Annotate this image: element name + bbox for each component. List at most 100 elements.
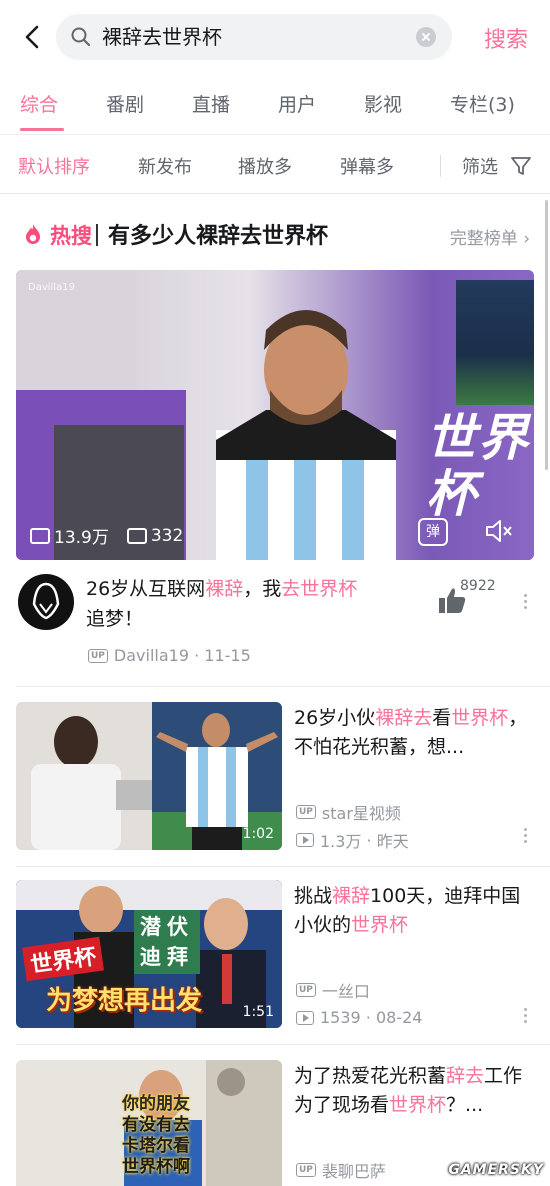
sort-bar: 默认排序 新发布 播放多 弹幕多 筛选 bbox=[0, 134, 550, 194]
video-stats: 1539 · 08-24 bbox=[296, 1008, 422, 1027]
filter-button[interactable]: 筛选 bbox=[462, 153, 498, 179]
video-stats: 1.3万 · 昨天 bbox=[296, 828, 409, 852]
thumbnail-caption: 有没有去 bbox=[122, 1115, 190, 1135]
search-header: 裸辞去世界杯 搜索 bbox=[0, 0, 550, 74]
tab-users[interactable]: 用户 bbox=[278, 90, 316, 117]
up-badge-icon: UP bbox=[296, 805, 316, 819]
thumbnail-overlay-text: 世界杯 bbox=[426, 409, 530, 523]
video-thumbnail: 1:02 bbox=[16, 702, 282, 850]
view-count: 13.9万 bbox=[54, 528, 109, 548]
thumbnail-caption: 世界杯啊 bbox=[122, 1157, 190, 1177]
mute-icon[interactable] bbox=[484, 518, 514, 544]
hot-search-title[interactable]: 有多少人裸辞去世界杯 bbox=[108, 218, 328, 250]
filter-icon[interactable] bbox=[510, 155, 532, 177]
meta-separator: · bbox=[360, 1008, 376, 1027]
video-watermark: Davilla19 bbox=[28, 282, 75, 293]
video-title[interactable]: 26岁从互联网裸辞，我去世界杯 追梦！ bbox=[86, 574, 416, 634]
divider bbox=[16, 866, 550, 867]
video-duration: 1:02 bbox=[242, 826, 274, 842]
search-input[interactable]: 裸辞去世界杯 bbox=[56, 14, 452, 60]
more-options-icon[interactable] bbox=[522, 1006, 528, 1028]
meta-separator: · bbox=[361, 830, 377, 850]
source-watermark: GAMERSKY bbox=[448, 1162, 544, 1178]
divider bbox=[16, 1044, 550, 1045]
video-title: 为了热爱花光积蓄辞去工作为了现场看世界杯？... bbox=[294, 1062, 534, 1120]
thumbnail-caption: 你的朋友 bbox=[122, 1094, 190, 1114]
play-icon bbox=[30, 527, 50, 544]
sort-divider bbox=[440, 155, 441, 177]
publish-date: 昨天 bbox=[376, 832, 409, 851]
full-ranking-label: 完整榜单 bbox=[449, 229, 518, 249]
uploader-meta: UP star星视频 bbox=[296, 800, 401, 824]
result-tabs: 综合 番剧 直播 用户 影视 专栏(3) bbox=[0, 78, 550, 132]
thumbnail-caption: 卡塔尔看 bbox=[122, 1136, 190, 1156]
tab-bangumi[interactable]: 番剧 bbox=[106, 90, 144, 117]
tab-articles[interactable]: 专栏(3) bbox=[450, 90, 515, 117]
hot-separator bbox=[96, 224, 98, 246]
clear-icon[interactable] bbox=[416, 27, 436, 47]
title-segment: 26岁小伙 bbox=[294, 707, 376, 729]
title-segment: 26岁从互联网 bbox=[86, 578, 206, 600]
title-highlight: 世界杯 bbox=[451, 707, 509, 729]
view-count: 1.3万 bbox=[320, 832, 362, 851]
video-list-item[interactable]: 1:02 26岁小伙裸辞去看世界杯，不怕花光积蓄，想... UP star星视频… bbox=[0, 702, 550, 852]
title-highlight: 世界杯 bbox=[389, 1094, 447, 1116]
featured-video-info: 26岁从互联网裸辞，我去世界杯 追梦！ 8922 UP Davilla19 · 1… bbox=[0, 566, 550, 676]
tab-live[interactable]: 直播 bbox=[192, 90, 230, 117]
play-icon bbox=[296, 833, 314, 847]
thumbnail-stadium bbox=[456, 280, 534, 405]
more-options-icon[interactable] bbox=[522, 826, 528, 848]
tab-film[interactable]: 影视 bbox=[364, 90, 402, 117]
title-segment: 看 bbox=[432, 707, 452, 729]
scrollbar[interactable] bbox=[545, 200, 548, 470]
view-count: 1539 bbox=[320, 1008, 361, 1027]
title-segment: 追梦！ bbox=[86, 608, 144, 630]
search-icon bbox=[71, 27, 91, 47]
sort-default[interactable]: 默认排序 bbox=[18, 153, 90, 179]
video-list-item[interactable]: 世界杯 潜伏迪拜 为梦想再出发 1:51 挑战裸辞100天，迪拜中国小伙的世界杯… bbox=[0, 880, 550, 1030]
like-count: 8922 bbox=[460, 578, 496, 594]
uploader-meta: UP Davilla19 · 11-15 bbox=[88, 646, 251, 665]
tab-indicator bbox=[20, 128, 64, 131]
up-badge-icon: UP bbox=[88, 648, 108, 663]
thumbnail-person bbox=[216, 310, 396, 560]
full-ranking-link[interactable]: 完整榜单 › bbox=[450, 224, 530, 249]
title-segment: 为了热爱花光积蓄 bbox=[294, 1065, 447, 1087]
uploader-name[interactable]: star星视频 bbox=[322, 800, 401, 824]
divider bbox=[16, 686, 550, 687]
video-thumbnail: 你的朋友 有没有去 卡塔尔看 世界杯啊 bbox=[16, 1060, 282, 1186]
tab-all[interactable]: 综合 bbox=[20, 90, 58, 117]
meta-separator: · bbox=[189, 646, 205, 665]
danmaku-count: 332 bbox=[150, 525, 184, 546]
flame-icon bbox=[26, 224, 40, 244]
up-badge-icon: UP bbox=[296, 1163, 316, 1177]
featured-video-player[interactable]: Davilla19 世界杯 13.9万 332 弹 bbox=[16, 270, 534, 560]
danmaku-toggle-button[interactable]: 弹 bbox=[418, 518, 448, 546]
video-title: 挑战裸辞100天，迪拜中国小伙的世界杯 bbox=[294, 882, 534, 940]
video-duration: 1:51 bbox=[242, 1004, 274, 1020]
thumbnail-caption: 为梦想再出发 bbox=[46, 986, 203, 1016]
uploader-avatar[interactable] bbox=[18, 574, 74, 630]
search-button[interactable]: 搜索 bbox=[484, 22, 528, 54]
title-highlight: 裸辞 bbox=[332, 885, 371, 907]
title-highlight: 世界杯 bbox=[351, 914, 409, 936]
search-query[interactable]: 裸辞去世界杯 bbox=[102, 24, 222, 50]
title-segment: ？... bbox=[446, 1094, 484, 1116]
title-segment: ，我 bbox=[243, 578, 282, 600]
sort-most-played[interactable]: 播放多 bbox=[238, 153, 292, 179]
hot-search-banner[interactable]: 热搜 有多少人裸辞去世界杯 完整榜单 › bbox=[0, 206, 550, 264]
title-highlight: 辞去 bbox=[446, 1065, 485, 1087]
title-highlight: 去世界杯 bbox=[281, 578, 358, 600]
back-icon[interactable] bbox=[18, 22, 48, 52]
uploader-name[interactable]: 裴聊巴萨 bbox=[322, 1158, 386, 1182]
uploader-name[interactable]: 一丝口 bbox=[322, 978, 370, 1002]
publish-date: 08-24 bbox=[375, 1008, 423, 1027]
play-icon bbox=[296, 1010, 314, 1025]
uploader-name[interactable]: Davilla19 bbox=[114, 646, 189, 665]
video-stats: 13.9万 332 bbox=[30, 523, 183, 548]
more-options-icon[interactable] bbox=[522, 592, 528, 614]
sort-most-danmaku[interactable]: 弹幕多 bbox=[340, 153, 394, 179]
sort-newest[interactable]: 新发布 bbox=[138, 153, 192, 179]
title-highlight: 裸辞去 bbox=[375, 707, 433, 729]
video-title: 26岁小伙裸辞去看世界杯，不怕花光积蓄，想... bbox=[294, 704, 534, 762]
